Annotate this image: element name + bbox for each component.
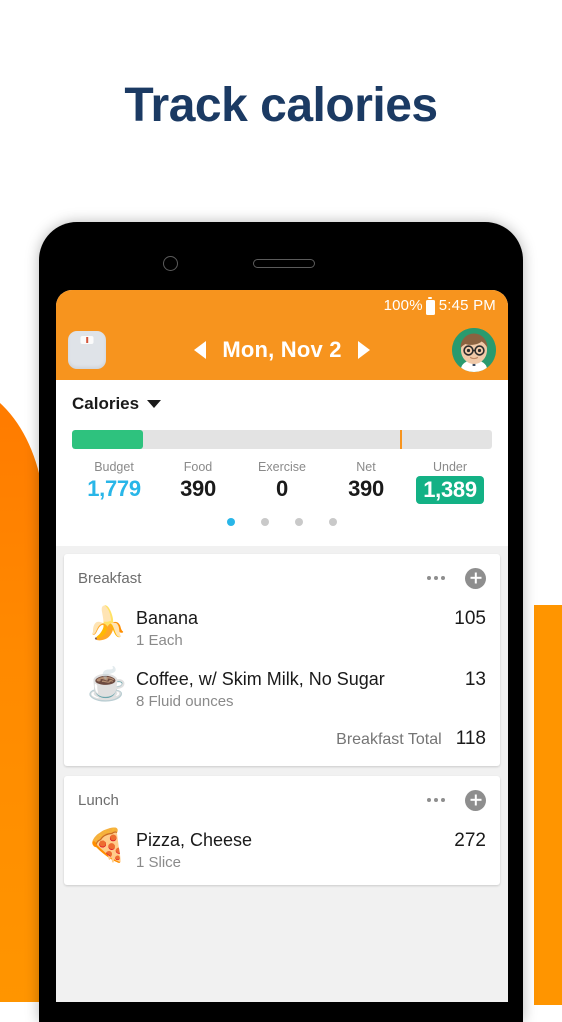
food-serving: 1 Slice: [136, 854, 182, 871]
food-name: Pizza, Cheese: [136, 830, 253, 850]
pager-dot-2[interactable]: [295, 518, 303, 526]
overflow-menu-icon[interactable]: [427, 576, 445, 580]
stat-label: Exercise: [258, 460, 306, 474]
earpiece-speaker-icon: [253, 259, 315, 268]
meal-total-row: Breakfast Total 118: [78, 724, 486, 766]
stat-exercise: Exercise 0: [240, 460, 324, 504]
food-name: Banana: [136, 608, 199, 628]
food-calories: 272: [454, 830, 486, 851]
stat-value: 1,389: [416, 476, 484, 504]
meal-card: Lunch 🍕 Pizza, Cheese 1 Slice 272: [64, 776, 500, 885]
pager-dot-0[interactable]: [227, 518, 235, 526]
food-entry-row[interactable]: ☕ Coffee, w/ Skim Milk, No Sugar 8 Fluid o…: [78, 663, 486, 724]
stat-budget: Budget 1,779: [72, 460, 156, 504]
summary-pager[interactable]: [72, 504, 492, 538]
status-bar: 100% 5:45 PM: [56, 290, 508, 320]
food-serving: 1 Each: [136, 632, 183, 649]
food-entry-text: Pizza, Cheese 1 Slice: [136, 828, 444, 871]
pager-dot-1[interactable]: [261, 518, 269, 526]
app-bar: Mon, Nov 2: [56, 320, 508, 380]
meal-header-actions: [427, 789, 486, 811]
phone-screen: 100% 5:45 PM Mon, Nov 2 Calories Budget …: [56, 290, 508, 1002]
add-food-icon[interactable]: [465, 567, 486, 589]
calorie-stats-row: Budget 1,779 Food 390 Exercise 0 Net 390 Under 1,…: [72, 460, 492, 504]
meal-title: Lunch: [78, 791, 119, 809]
calories-label: Calories: [72, 394, 140, 413]
meal-card-header: Lunch: [78, 776, 486, 824]
stat-value: 390: [180, 476, 216, 501]
stat-label: Under: [432, 460, 468, 474]
food-entry-row[interactable]: 🍌 Banana 1 Each 105: [78, 602, 486, 663]
stat-label: Budget: [94, 460, 134, 474]
previous-day-button[interactable]: [194, 341, 207, 359]
pizza-slice-icon: 🍕: [87, 827, 127, 863]
pager-dot-3[interactable]: [329, 518, 337, 526]
clock-label: 5:45 PM: [438, 296, 496, 314]
stat-value: 1,779: [87, 476, 141, 501]
stat-under: Under 1,389: [408, 460, 492, 504]
calorie-summary-panel: Calories Budget 1,779 Food 390 Exercise 0 Net 3…: [56, 380, 508, 546]
banana-icon: 🍌: [87, 605, 127, 641]
front-camera-icon: [163, 256, 178, 271]
coffee-cup-icon: ☕: [87, 666, 127, 702]
current-date-label[interactable]: Mon, Nov 2: [222, 337, 341, 363]
avatar[interactable]: [452, 328, 496, 372]
food-serving: 8 Fluid ounces: [136, 693, 234, 710]
chevron-down-icon[interactable]: [147, 400, 162, 408]
food-name: Coffee, w/ Skim Milk, No Sugar: [136, 669, 385, 689]
scale-needle-icon: [86, 337, 88, 343]
date-navigator: Mon, Nov 2: [56, 337, 508, 363]
meal-list[interactable]: Breakfast 🍌 Banana 1 Each 105 ☕ Coffee, w/ Ski…: [56, 546, 508, 885]
calorie-budget-marker: [399, 430, 402, 449]
add-food-icon[interactable]: [465, 789, 486, 811]
next-day-button[interactable]: [357, 341, 370, 359]
page-title: Track calories: [124, 79, 438, 132]
food-entry-text: Coffee, w/ Skim Milk, No Sugar 8 Fluid ou…: [136, 667, 455, 710]
battery-icon: [425, 296, 435, 315]
meal-card-header: Breakfast: [78, 554, 486, 602]
stat-net: Net 390: [324, 460, 408, 504]
stat-label: Food: [183, 460, 213, 474]
calorie-progress-fill: [72, 430, 144, 449]
stat-value: 390: [348, 476, 384, 501]
scale-icon[interactable]: [68, 331, 106, 369]
meal-header-actions: [427, 567, 486, 589]
meal-title: Breakfast: [78, 569, 142, 587]
meal-total-value: 118: [455, 728, 486, 749]
food-calories: 13: [464, 669, 486, 690]
stat-label: Net: [356, 460, 376, 474]
meal-card: Breakfast 🍌 Banana 1 Each 105 ☕ Coffee, w/ Ski…: [64, 554, 500, 766]
calorie-progress-bar: [72, 430, 492, 449]
overflow-menu-icon[interactable]: [427, 798, 445, 802]
stat-food: Food 390: [156, 460, 240, 504]
stat-value: 0: [276, 476, 288, 501]
battery-percent-label: 100%: [383, 296, 423, 314]
food-entry-text: Banana 1 Each: [136, 606, 444, 649]
food-calories: 105: [454, 608, 486, 629]
decorative-orange-shape-right: [534, 605, 562, 1005]
meal-total-label: Breakfast Total: [336, 731, 442, 748]
calories-selector[interactable]: Calories: [72, 394, 492, 414]
food-entry-row[interactable]: 🍕 Pizza, Cheese 1 Slice 272: [78, 824, 486, 885]
